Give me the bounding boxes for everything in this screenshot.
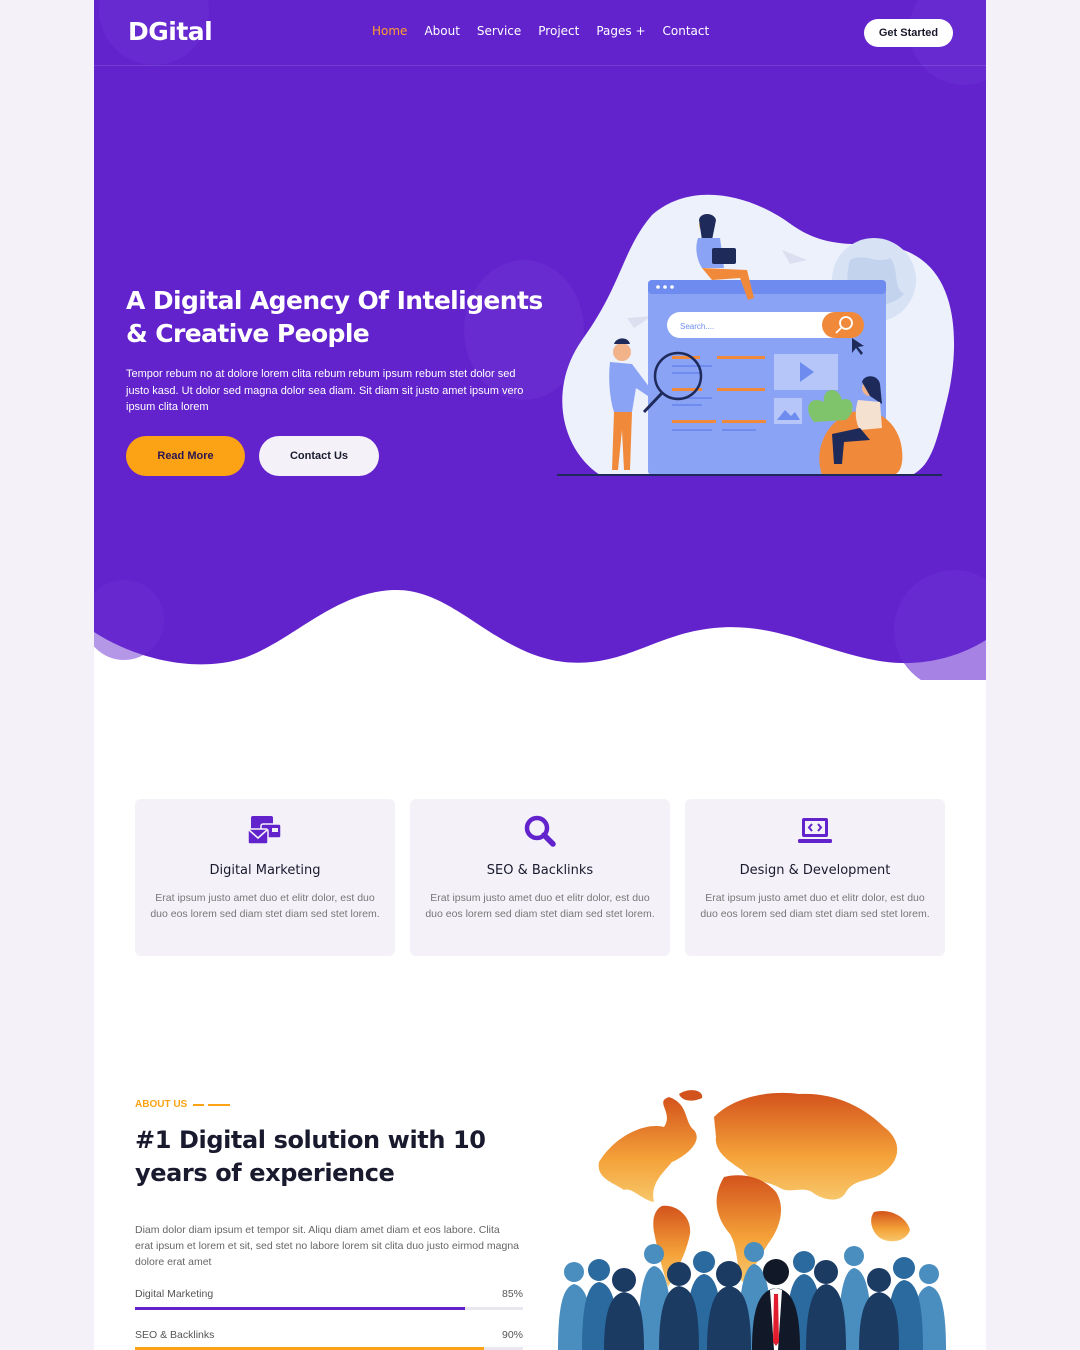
about-tag-label: ABOUT US [135,1099,188,1110]
read-more-button[interactable]: Read More [126,436,245,476]
nav-item-project[interactable]: Project [538,24,579,38]
service-title: SEO & Backlinks [486,863,594,878]
service-description: Erat ipsum justo amet duo et elitr dolor… [425,892,655,920]
search-icon [524,815,556,847]
nav-item-home[interactable]: Home [372,24,407,38]
about-description: Diam dolor diam ipsum et tempor sit. Ali… [135,1224,520,1268]
brand-logo[interactable]: DGital [128,17,213,46]
skill-value: 90% [501,1329,523,1341]
laptop-code-icon [798,818,832,843]
skill-value: 85% [501,1288,523,1300]
contact-us-button[interactable]: Contact Us [259,436,379,476]
nav-item-pages-dropdown[interactable]: Pages + [596,24,645,38]
get-started-button[interactable]: Get Started [864,19,953,47]
hero-illustration: Search.... [557,194,955,476]
service-title: Digital Marketing [209,863,321,878]
skill-label: Digital Marketing [135,1288,214,1300]
world-people-illustration [558,1090,946,1350]
mail-stack-icon [247,816,282,845]
hero-title: A Digital Agency Of Inteligents & Creati… [126,286,543,348]
hero-section: DGital Home About Service Project Pages … [94,0,986,680]
about-title: #1 Digital solution with 10 years of exp… [135,1126,486,1187]
hero-description: Tempor rebum no at dolore lorem clita re… [126,368,524,413]
skill-progress-fill [135,1307,465,1310]
page: DGital Home About Service Project Pages … [94,0,986,1350]
tag-divider [193,1103,205,1106]
service-card-digital-marketing[interactable]: Digital Marketing Erat ipsum justo amet … [135,799,395,956]
nav-item-service[interactable]: Service [477,24,521,38]
skill-label: SEO & Backlinks [135,1329,215,1341]
about-section-tag: ABOUT US [135,1099,231,1110]
nav-item-about[interactable]: About [424,24,459,38]
service-title: Design & Development [739,863,891,878]
service-description: Erat ipsum justo amet duo et elitr dolor… [150,892,380,920]
main-menu: Home About Service Project Pages + Conta… [372,24,709,38]
service-card-design-development[interactable]: Design & Development Erat ipsum justo am… [685,799,945,956]
top-navbar: DGital Home About Service Project Pages … [94,0,986,66]
nav-item-contact[interactable]: Contact [663,24,710,38]
illustration-search-placeholder: Search.... [680,322,714,331]
service-description: Erat ipsum justo amet duo et elitr dolor… [700,892,930,920]
skill-progress-bar [135,1307,523,1310]
tag-divider [208,1103,231,1106]
service-card-seo-backlinks[interactable]: SEO & Backlinks Erat ipsum justo amet du… [410,799,670,956]
